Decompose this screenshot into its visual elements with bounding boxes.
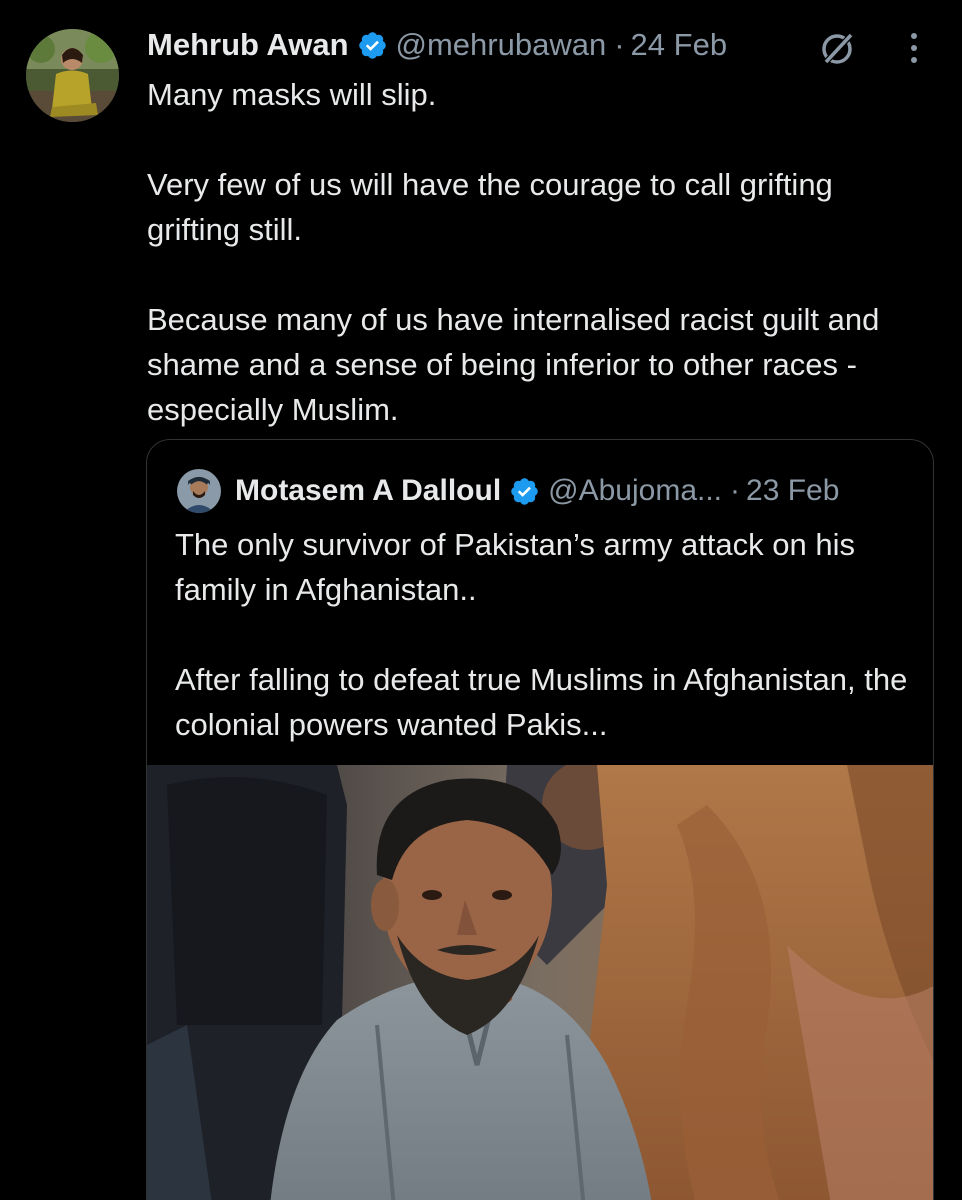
more-options-icon[interactable] [902,30,926,66]
quoted-tweet-header: Motasem A Dalloul @Abujoma... · 23 Feb [177,469,839,513]
quoted-tweet[interactable]: Motasem A Dalloul @Abujoma... · 23 Feb T… [146,439,934,1200]
author-name[interactable]: Mehrub Awan [147,27,349,63]
quoted-tweet-date[interactable]: 23 Feb [746,474,839,508]
author-avatar-image [26,29,119,122]
tweet-paragraph: Many masks will slip. [147,77,437,112]
quoted-tweet-paragraph: After falling to defeat true Muslims in … [175,662,908,742]
tweet-text: Many masks will slip. Very few of us wil… [147,72,927,432]
quoted-author-avatar-image [177,469,221,513]
quoted-tweet-paragraph: The only survivor of Pakistan’s army att… [175,527,855,607]
quoted-tweet-text: The only survivor of Pakistan’s army att… [175,522,925,747]
author-handle[interactable]: @mehrubawan [396,27,607,63]
tweet-paragraph: Very few of us will have the courage to … [147,167,833,247]
quoted-tweet-photo-image [147,765,933,1200]
quoted-tweet-photo[interactable] [147,765,933,1200]
quoted-author-avatar[interactable] [177,469,221,513]
tweet-date[interactable]: 24 Feb [631,27,728,63]
tweet-header: Mehrub Awan @mehrubawan · 24 Feb [147,24,727,66]
quoted-author-name[interactable]: Motasem A Dalloul [235,474,501,508]
separator-dot: · [614,27,625,62]
grok-icon[interactable] [818,28,858,68]
verified-badge-icon [511,477,538,505]
tweet-paragraph: Because many of us have internalised rac… [147,302,880,427]
verified-badge-icon [358,31,386,59]
separator-dot: · [730,474,741,507]
quoted-author-handle[interactable]: @Abujoma... [548,474,722,508]
author-avatar[interactable] [26,29,119,122]
tweet-card[interactable]: Mehrub Awan @mehrubawan · 24 Feb Many ma… [0,0,962,1200]
